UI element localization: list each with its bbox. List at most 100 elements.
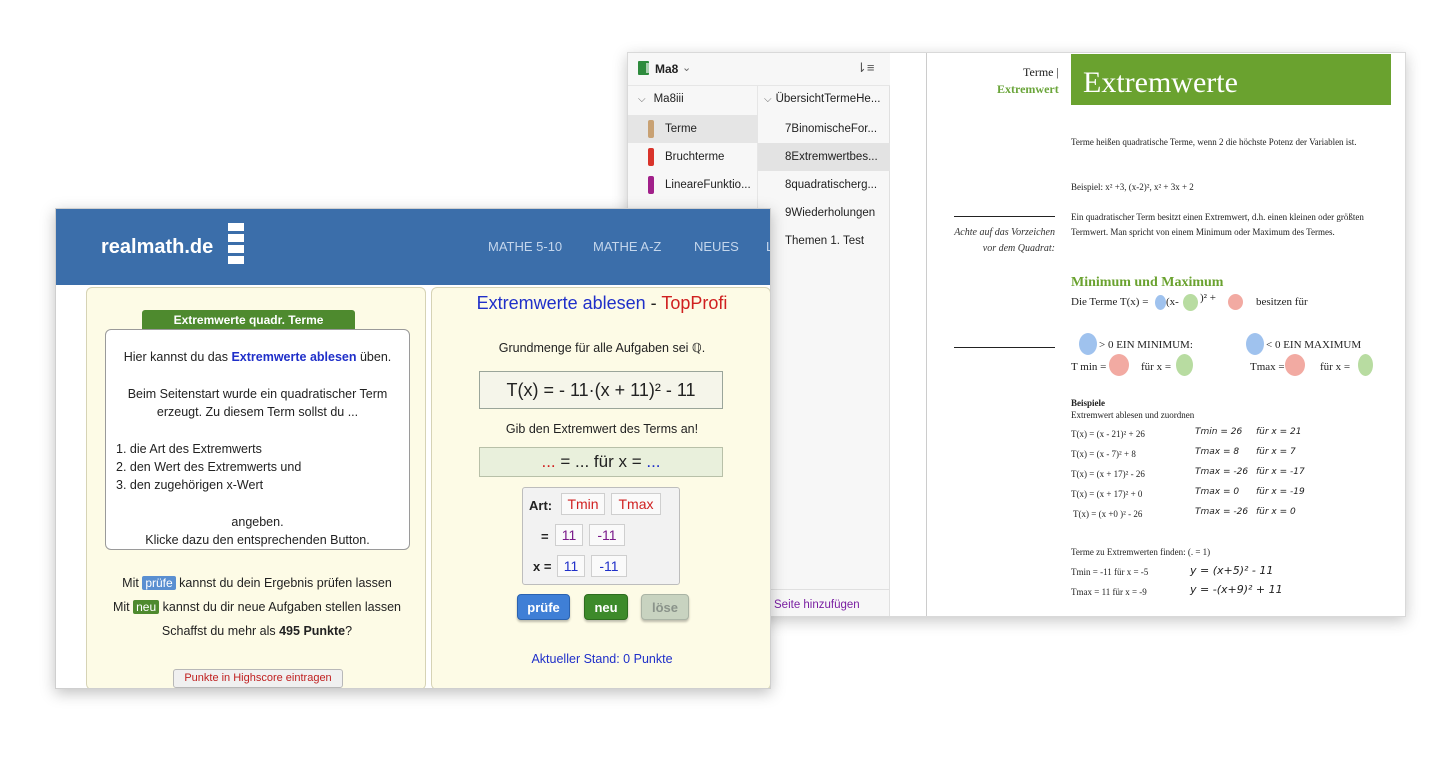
section-tab-icon xyxy=(648,120,654,138)
answer-display: ... = ... für x = ... xyxy=(479,447,723,477)
challenge-text: Schaffst du mehr als 495 Punkte? xyxy=(161,624,353,638)
pruefe-button[interactable]: prüfe xyxy=(517,594,570,620)
page-group[interactable]: ⌵ ÜbersichtTermeHe... xyxy=(764,93,880,105)
page-item-selected[interactable]: 8Extremwertbes... xyxy=(758,143,890,171)
pruefe-tag: prüfe xyxy=(142,576,176,590)
find-line: Tmin = -11 für x = -5 xyxy=(1071,567,1149,577)
neu-button[interactable]: neu xyxy=(584,594,628,620)
x-button-minus-11[interactable]: -11 xyxy=(591,555,627,577)
value-button-minus-11[interactable]: -11 xyxy=(589,524,625,546)
formula-part: )² + xyxy=(1200,292,1216,304)
example-term: T(x) = (x +0 )² - 26 xyxy=(1073,509,1143,519)
divider xyxy=(758,589,890,590)
section-bruchterme[interactable]: Bruchterme xyxy=(628,143,758,171)
neu-tag: neu xyxy=(133,600,160,614)
list-item: 1. die Art des Extremwerts xyxy=(116,442,262,456)
green-marker xyxy=(1176,354,1193,376)
section-tab-icon xyxy=(648,148,654,166)
answer-choices: Art: Tmin Tmax = 11 -11 x = 11 -11 xyxy=(522,487,680,585)
notebook-name[interactable]: Ma8 xyxy=(655,62,678,76)
example-value: Tmax = -26 xyxy=(1195,507,1249,517)
blue-marker xyxy=(1155,295,1166,310)
logo-mark-icon xyxy=(228,223,244,271)
section-group[interactable]: ⌵ Ma8iii xyxy=(638,93,684,105)
tmin-button[interactable]: Tmin xyxy=(561,493,605,515)
example-value: Tmax = 0 xyxy=(1195,487,1240,497)
loese-button[interactable]: löse xyxy=(641,594,689,620)
fuer-x-label: für x = xyxy=(1320,361,1351,373)
example-value: Tmax = -26 xyxy=(1195,467,1249,477)
example-term: T(x) = (x - 21)² + 26 xyxy=(1071,429,1145,439)
nav-mathe-5-10[interactable]: MATHE 5-10 xyxy=(488,239,562,254)
example-term: T(x) = (x - 7)² + 8 xyxy=(1071,449,1136,459)
example-x: für x = 0 xyxy=(1256,507,1296,517)
green-marker xyxy=(1183,294,1198,311)
example-value: Tmax = 8 xyxy=(1195,447,1240,457)
x-button-11[interactable]: 11 xyxy=(557,555,585,577)
blue-marker xyxy=(1246,333,1264,355)
side-note: Achte auf das Vorzeichen vor dem Quadrat… xyxy=(954,227,1055,254)
instruction-line: erzeugt. Zu diesem Term sollst du ... xyxy=(156,405,359,419)
example-x: für x = 7 xyxy=(1256,447,1296,457)
tmax-button[interactable]: Tmax xyxy=(611,493,661,515)
page-item[interactable]: 7BinomischeFor... xyxy=(758,115,890,143)
hint-pruefe: Mit prüfe kannst du dein Ergebnis prüfen… xyxy=(122,576,392,590)
equals-label: = xyxy=(541,529,549,544)
instructions-box: Hier kannst du das Extremwerte ablesen ü… xyxy=(105,329,410,550)
example-term: T(x) = (x + 17)² + 0 xyxy=(1071,489,1143,499)
find-heading: Terme zu Extremwerten finden: (. = 1) xyxy=(1071,547,1211,557)
x-label: x = xyxy=(533,559,552,574)
tmin-label: T min = xyxy=(1071,361,1107,373)
section-lineare-funktionen[interactable]: LineareFunktio... xyxy=(628,171,758,199)
sort-icon[interactable]: ⇂≡ xyxy=(856,60,874,76)
example-x: für x = -19 xyxy=(1256,487,1305,497)
instruction-line: Klicke dazu den entsprechenden Button. xyxy=(145,533,370,547)
formula-part: (x- xyxy=(1166,296,1179,308)
page-item[interactable]: Themen 1. Test xyxy=(758,227,890,255)
realmath-window: realmath.de MATHE 5-10 MATHE A-Z NEUES L… xyxy=(55,208,771,689)
notebook-selector[interactable]: Ma8 ⌄ ⇂≡ xyxy=(628,53,890,86)
score-status: Aktueller Stand: 0 Punkte xyxy=(531,652,673,666)
red-marker xyxy=(1109,354,1129,376)
divider xyxy=(954,347,1055,348)
exercise-panel: Extremwerte ablesen - TopProfi Grundmeng… xyxy=(431,287,770,688)
site-logo[interactable]: realmath.de xyxy=(101,236,213,259)
section-terme[interactable]: Terme xyxy=(628,115,758,143)
chevron-down-icon: ⌵ xyxy=(638,94,646,105)
paragraph: Beispiel: x² +3, (x-2)², x² + 3x + 2 xyxy=(1071,182,1194,192)
example-x: für x = 21 xyxy=(1256,427,1302,437)
example-value: Tmin = 26 xyxy=(1195,427,1243,437)
nav-mathe-a-z[interactable]: MATHE A-Z xyxy=(593,239,661,254)
section-tab-icon xyxy=(648,176,654,194)
instruction-line: Hier kannst du das Extremwerte ablesen ü… xyxy=(123,350,392,364)
green-marker xyxy=(1358,354,1373,376)
list-item: 3. den zugehörigen x-Wert xyxy=(116,478,264,492)
nav-more[interactable]: L xyxy=(766,239,770,254)
paragraph: Ein quadratischer Term besitzt einen Ext… xyxy=(1071,212,1364,237)
instruction-line: Beim Seitenstart wurde ein quadratischer… xyxy=(127,387,388,401)
page-item[interactable]: 9Wiederholungen xyxy=(758,199,890,227)
chevron-down-icon: ⌵ xyxy=(764,94,772,105)
instructions-panel: Extremwerte quadr. Terme Hier kannst du … xyxy=(86,287,426,688)
add-page-button[interactable]: Seite hinzufügen xyxy=(774,599,860,611)
list-item: 2. den Wert des Extremwerts und xyxy=(116,460,302,474)
page-item[interactable]: 8quadratischerg... xyxy=(758,171,890,199)
tmax-label: Tmax = xyxy=(1250,361,1285,373)
chevron-down-icon[interactable]: ⌄ xyxy=(682,61,691,74)
page-canvas[interactable]: Terme | Extremwert Extremwerte Terme hei… xyxy=(890,53,1405,616)
value-button-11[interactable]: 11 xyxy=(555,524,583,546)
task-text: Gib den Extremwert des Terms an! xyxy=(505,422,699,436)
handwritten-term: y = (x+5)² - 11 xyxy=(1190,564,1274,577)
page-title-banner: Extremwerte xyxy=(1071,54,1391,105)
min-label: > 0 EIN MINIMUM: xyxy=(1099,339,1193,351)
site-header: realmath.de MATHE 5-10 MATHE A-Z NEUES L xyxy=(56,209,770,285)
hint-neu: Mit neu kannst du dir neue Aufgaben stel… xyxy=(112,600,402,614)
subheading: Minimum und Maximum xyxy=(1071,275,1224,290)
site-body: Extremwerte quadr. Terme Hier kannst du … xyxy=(56,285,770,688)
highscore-button[interactable]: Punkte in Highscore eintragen xyxy=(173,669,343,688)
nav-neues[interactable]: NEUES xyxy=(694,239,739,254)
fuer-x-label: für x = xyxy=(1141,361,1172,373)
grundmenge-text: Grundmenge für alle Aufgaben sei ℚ. xyxy=(498,341,706,355)
art-label: Art: xyxy=(529,498,553,513)
example-term: T(x) = (x + 17)² - 26 xyxy=(1071,469,1145,479)
